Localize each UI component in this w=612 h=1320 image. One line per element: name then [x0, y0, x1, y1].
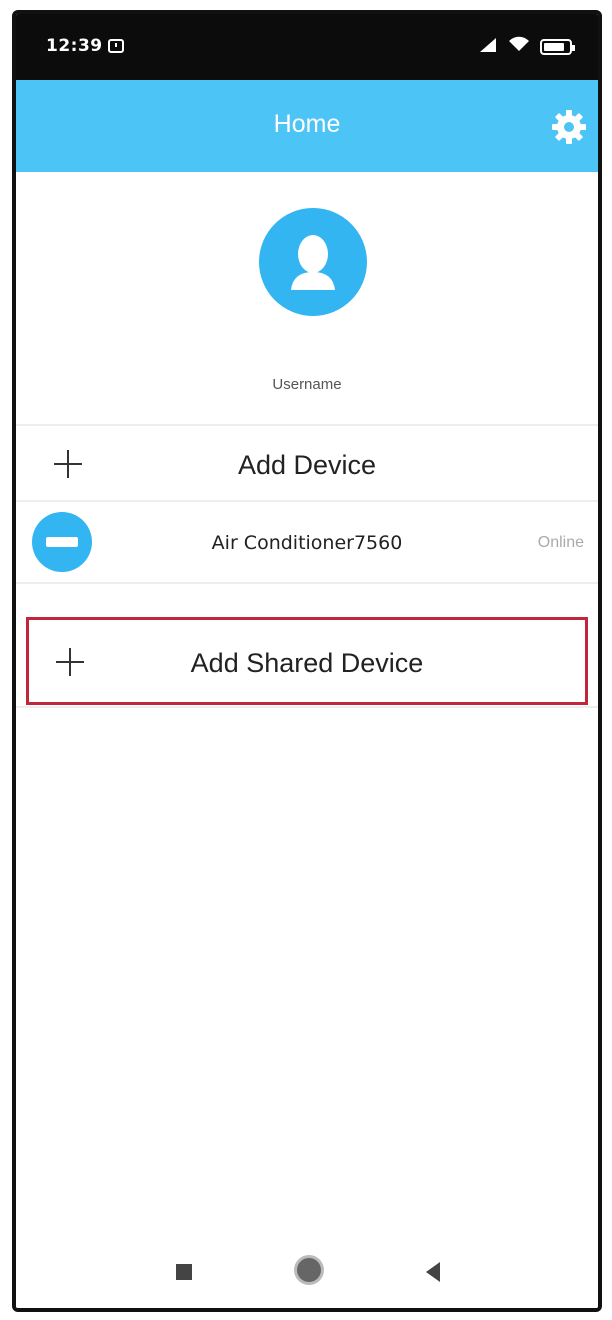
cell-signal-icon [478, 36, 498, 57]
gear-icon[interactable] [550, 108, 588, 146]
device-status: Online [537, 534, 584, 551]
circle-home-icon[interactable] [297, 1258, 321, 1282]
profile-section: Username [16, 172, 598, 424]
add-shared-device-label: Add Shared Device [190, 648, 424, 678]
alarm-clock-icon [108, 38, 124, 59]
app-bar: Home [16, 80, 598, 172]
triangle-back-icon[interactable] [426, 1262, 440, 1282]
wifi-icon [508, 36, 530, 57]
add-device-label: Add Device [237, 450, 377, 480]
battery-icon [540, 38, 575, 55]
add-shared-device-button[interactable]: Add Shared Device [16, 620, 598, 702]
add-device-button[interactable]: Add Device [16, 426, 598, 500]
person-avatar-icon[interactable] [259, 208, 367, 316]
system-nav-bar [16, 1238, 598, 1308]
device-list-item[interactable]: Air Conditioner7560 Online [16, 502, 598, 582]
divider [16, 706, 598, 708]
phone-frame: 12:39 Home Username Add Device Air Condi… [12, 10, 602, 1312]
page-title: Home [273, 110, 341, 138]
divider [16, 582, 598, 584]
square-recents-icon[interactable] [176, 1264, 192, 1280]
status-icons [478, 36, 575, 57]
status-bar: 12:39 [16, 14, 598, 80]
status-time: 12:39 [46, 36, 103, 56]
air-conditioner-icon [32, 512, 92, 572]
username-label: Username [272, 376, 342, 393]
device-name: Air Conditioner7560 [211, 532, 403, 554]
